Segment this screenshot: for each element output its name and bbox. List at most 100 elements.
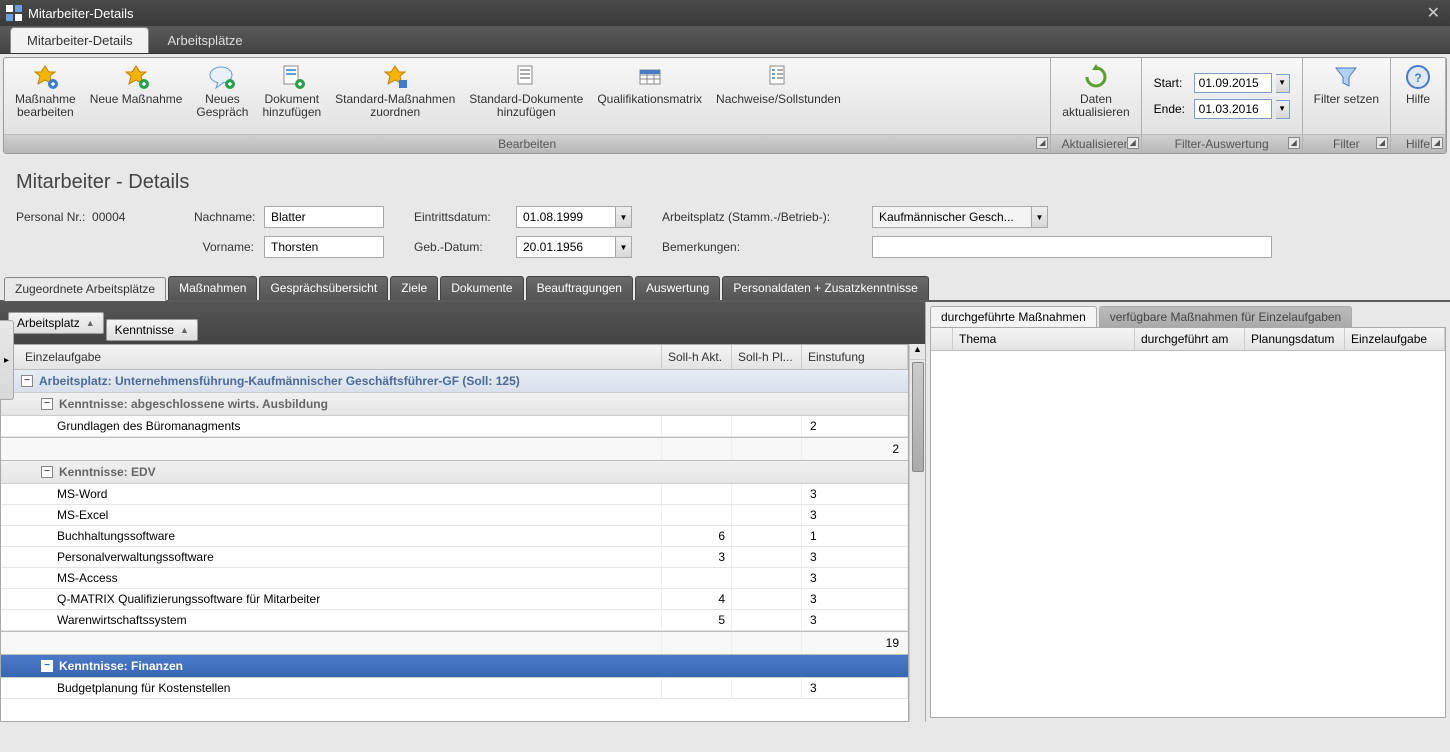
actions-grid[interactable]: Thema durchgeführt am Planungsdatum Einz… xyxy=(930,327,1446,718)
window-tab-details[interactable]: Mitarbeiter-Details xyxy=(10,27,149,53)
sort-asc-icon: ▲ xyxy=(86,318,95,328)
subtab-actions[interactable]: Maßnahmen xyxy=(168,276,257,300)
ribbon-group-edit-label: Bearbeiten ◢ xyxy=(4,134,1050,153)
ribbon-add-doc[interactable]: Dokument hinzufügen xyxy=(255,60,328,132)
subtab-workplaces[interactable]: Zugeordnete Arbeitsplätze xyxy=(4,277,166,301)
ribbon-refresh[interactable]: Daten aktualisieren xyxy=(1055,60,1136,132)
scroll-up-icon[interactable]: ▲ xyxy=(910,344,925,360)
collapse-icon[interactable]: − xyxy=(41,398,53,410)
app-icon xyxy=(6,5,22,21)
col-einzelaufgabe[interactable]: Einzelaufgabe xyxy=(1,345,662,369)
chevron-down-icon[interactable]: ▼ xyxy=(1032,206,1048,228)
group-chip-kenntnisse[interactable]: Kenntnisse▲ xyxy=(106,319,198,341)
dialog-launcher-icon[interactable]: ◢ xyxy=(1288,137,1300,149)
window-tab-workplaces[interactable]: Arbeitsplätze xyxy=(151,28,258,53)
subtab-goals[interactable]: Ziele xyxy=(390,276,438,300)
dialog-launcher-icon[interactable]: ◢ xyxy=(1431,137,1443,149)
rp-grid-header: Thema durchgeführt am Planungsdatum Einz… xyxy=(931,328,1445,351)
col-soll-akt[interactable]: Soll-h Akt. xyxy=(662,345,732,369)
group-row-kenntnisse-finanzen[interactable]: −Kenntnisse: Finanzen xyxy=(1,655,908,678)
grid-row[interactable]: Grundlagen des Büromanagments2 xyxy=(1,416,908,437)
rp-col-spacer xyxy=(931,328,953,350)
list-icon xyxy=(762,63,794,91)
rp-col-thema[interactable]: Thema xyxy=(953,328,1135,350)
arbeitsplatz-label: Arbeitsplatz (Stamm.-/Betrieb-): xyxy=(662,210,862,224)
chevron-down-icon[interactable]: ▼ xyxy=(1276,74,1290,93)
employee-form: Personal Nr.: 00004 Nachname: Eintrittsd… xyxy=(0,202,1450,276)
help-icon: ? xyxy=(1402,63,1434,91)
subtab-personal[interactable]: Personaldaten + Zusatzkenntnisse xyxy=(722,276,928,300)
dialog-launcher-icon[interactable]: ◢ xyxy=(1376,137,1388,149)
group-row-kenntnisse-edv[interactable]: −Kenntnisse: EDV xyxy=(1,461,908,484)
group-summary: 2 xyxy=(1,437,908,461)
ribbon-group-filter-label: Filter ◢ xyxy=(1303,134,1390,153)
ribbon-set-filter[interactable]: Filter setzen xyxy=(1307,60,1386,132)
subtab-talks[interactable]: Gesprächsübersicht xyxy=(259,276,388,300)
badge-edit-icon xyxy=(29,63,61,91)
ribbon-new-talk[interactable]: Neues Gespräch xyxy=(189,60,255,132)
doc-add-icon xyxy=(276,63,308,91)
col-einstufung[interactable]: Einstufung xyxy=(802,345,908,369)
subtab-eval[interactable]: Auswertung xyxy=(635,276,720,300)
right-pane: durchgeführte Maßnahmen verfügbare Maßna… xyxy=(926,302,1450,722)
chevron-down-icon[interactable]: ▼ xyxy=(616,206,632,228)
collapse-icon[interactable]: − xyxy=(21,375,33,387)
title-bar: Mitarbeiter-Details ✕ xyxy=(0,0,1450,26)
eintritt-input[interactable] xyxy=(516,206,616,228)
rp-col-date[interactable]: durchgeführt am xyxy=(1135,328,1245,350)
ribbon-edit-action[interactable]: Maßnahme bearbeiten xyxy=(8,60,83,132)
rp-col-plan[interactable]: Planungsdatum xyxy=(1245,328,1345,350)
ribbon-std-docs[interactable]: Standard-Dokumente hinzufügen xyxy=(462,60,590,132)
dialog-launcher-icon[interactable]: ◢ xyxy=(1127,137,1139,149)
speech-icon xyxy=(206,63,238,91)
window-title: Mitarbeiter-Details xyxy=(28,6,1423,21)
grid-row[interactable]: Q-MATRIX Qualifizierungssoftware für Mit… xyxy=(1,589,908,610)
chevron-down-icon[interactable]: ▼ xyxy=(1276,100,1290,119)
arbeitsplatz-select[interactable] xyxy=(872,206,1032,228)
rp-col-task[interactable]: Einzelaufgabe xyxy=(1345,328,1445,350)
grid-row[interactable]: MS-Access3 xyxy=(1,568,908,589)
grid-row[interactable]: MS-Excel3 xyxy=(1,505,908,526)
expand-panel-handle[interactable]: ▸ xyxy=(0,320,14,400)
ribbon-help[interactable]: ? Hilfe xyxy=(1395,60,1441,132)
grid-row[interactable]: MS-Word3 xyxy=(1,484,908,505)
group-summary: 19 xyxy=(1,631,908,655)
end-date-input[interactable] xyxy=(1194,99,1272,119)
col-soll-pl[interactable]: Soll-h Pl... xyxy=(732,345,802,369)
geb-input[interactable] xyxy=(516,236,616,258)
nachname-input[interactable] xyxy=(264,206,384,228)
scrollbar[interactable]: ▲ xyxy=(909,344,925,722)
rp-tab-done[interactable]: durchgeführte Maßnahmen xyxy=(930,306,1097,327)
ribbon-new-action[interactable]: Neue Maßnahme xyxy=(83,60,190,132)
bemerkungen-label: Bemerkungen: xyxy=(662,240,862,254)
left-pane: Arbeitsplatz▲ Kenntnisse▲ Einzelaufgabe … xyxy=(0,302,926,722)
ribbon-group-refresh-label: Aktualisieren ◢ xyxy=(1051,134,1140,153)
collapse-icon[interactable]: − xyxy=(41,466,53,478)
ribbon-qual-matrix[interactable]: Qualifikationsmatrix xyxy=(590,60,709,132)
ribbon-group-filtereval-label: Filter-Auswertung ◢ xyxy=(1142,134,1302,153)
grid-row[interactable]: Warenwirtschaftssystem53 xyxy=(1,610,908,631)
group-row-arbeitsplatz[interactable]: −Arbeitsplatz: Unternehmensführung-Kaufm… xyxy=(1,370,908,393)
scroll-thumb[interactable] xyxy=(912,362,924,472)
skills-grid[interactable]: Einzelaufgabe Soll-h Akt. Soll-h Pl... E… xyxy=(0,344,909,722)
vorname-input[interactable] xyxy=(264,236,384,258)
bemerkungen-input[interactable] xyxy=(872,236,1272,258)
ribbon-proofs[interactable]: Nachweise/Sollstunden xyxy=(709,60,848,132)
rp-tab-available[interactable]: verfügbare Maßnahmen für Einzelaufgaben xyxy=(1099,306,1352,327)
subtab-assignments[interactable]: Beauftragungen xyxy=(526,276,633,300)
collapse-icon[interactable]: − xyxy=(41,660,53,672)
ribbon-std-actions[interactable]: Standard-Maßnahmen zuordnen xyxy=(328,60,462,132)
subtab-docs[interactable]: Dokumente xyxy=(440,276,523,300)
ribbon-group-help-label: Hilfe ◢ xyxy=(1391,134,1445,153)
chevron-down-icon[interactable]: ▼ xyxy=(616,236,632,258)
group-row-kenntnisse-ausbildung[interactable]: −Kenntnisse: abgeschlossene wirts. Ausbi… xyxy=(1,393,908,416)
grid-row[interactable]: Buchhaltungssoftware61 xyxy=(1,526,908,547)
grid-row[interactable]: Budgetplanung für Kostenstellen3 xyxy=(1,678,908,699)
close-icon[interactable]: ✕ xyxy=(1423,3,1444,23)
grid-row[interactable]: Personalverwaltungssoftware33 xyxy=(1,547,908,568)
group-chip-arbeitsplatz[interactable]: Arbeitsplatz▲ xyxy=(8,312,104,334)
matrix-icon xyxy=(634,63,666,91)
start-date-input[interactable] xyxy=(1194,73,1272,93)
dialog-launcher-icon[interactable]: ◢ xyxy=(1036,137,1048,149)
groupby-bar: Arbeitsplatz▲ Kenntnisse▲ xyxy=(0,302,925,344)
